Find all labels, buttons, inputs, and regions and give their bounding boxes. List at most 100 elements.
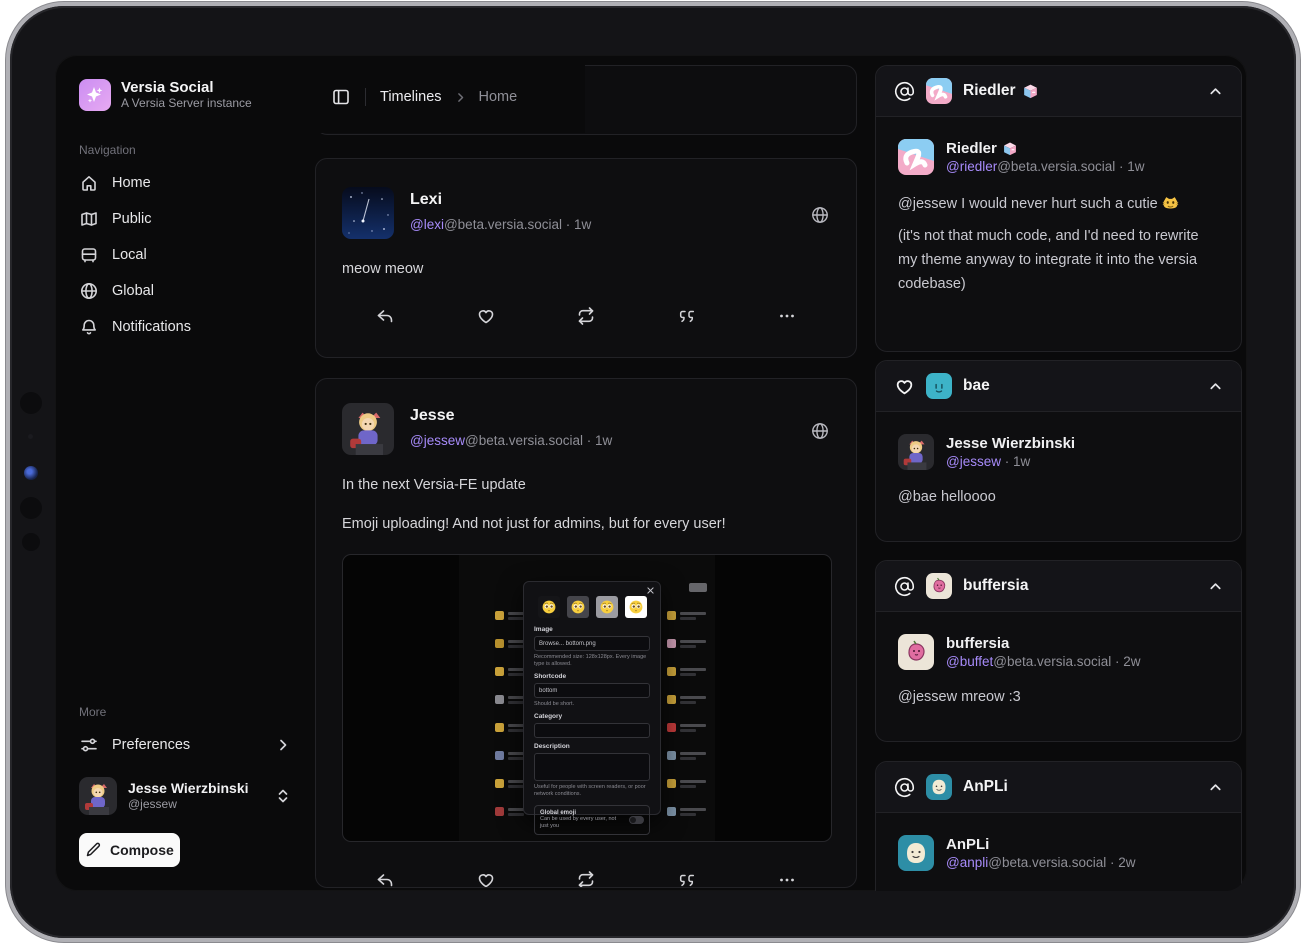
app-screen: Versia Social A Versia Server instance N… xyxy=(55,55,1247,891)
avatar xyxy=(926,373,952,399)
post-author-handle[interactable]: @lexi@beta.versia.social · 1w xyxy=(410,217,591,232)
category-input[interactable] xyxy=(534,723,650,738)
avatar[interactable] xyxy=(342,187,394,239)
at-sign-icon xyxy=(894,576,915,597)
sidebar-item-label: Local xyxy=(112,247,147,263)
shortcode-input[interactable]: bottom xyxy=(534,683,650,698)
image-file-input[interactable]: Browse... bottom.png xyxy=(534,636,650,651)
breadcrumb-home[interactable]: Home xyxy=(479,89,518,105)
more-options-button[interactable] xyxy=(776,305,798,327)
nav-section-label: Navigation xyxy=(79,143,291,157)
global-emoji-setting: Global emoji Can be used by every user, … xyxy=(534,805,650,835)
tablet-sensor xyxy=(22,533,40,551)
timeline-column: Timelines Home xyxy=(315,55,857,891)
description-textarea[interactable] xyxy=(534,753,650,781)
sidebar-item-global[interactable]: Global xyxy=(79,279,291,303)
quote-button[interactable] xyxy=(676,305,698,327)
reply-button[interactable] xyxy=(374,305,396,327)
notification-buffersia: buffersia xyxy=(875,560,1242,742)
compose-button[interactable]: Compose xyxy=(79,833,180,867)
pleading-emoji-icon xyxy=(538,596,560,618)
avatar xyxy=(926,573,952,599)
post-jesse: Jesse @jessew@beta.versia.social · 1w In… xyxy=(315,378,857,888)
notification-header[interactable]: Riedler xyxy=(876,66,1241,117)
instance-subtitle: A Versia Server instance xyxy=(121,96,252,111)
notification-riedler: Riedler xyxy=(875,65,1242,352)
header-divider xyxy=(365,88,366,106)
sidebar-item-local[interactable]: Local xyxy=(79,243,291,267)
post-author-name[interactable]: Jesse xyxy=(410,407,455,425)
map-icon xyxy=(79,209,99,229)
post-content-line: Emoji uploading! And not just for admins… xyxy=(342,516,726,532)
notification-header[interactable]: AnPLi xyxy=(876,762,1241,813)
account-switcher[interactable]: Jesse Wierzbinski @jessew xyxy=(79,777,291,815)
avatar xyxy=(79,777,117,815)
quote-button[interactable] xyxy=(676,869,698,888)
like-button[interactable] xyxy=(475,305,497,327)
trans-cube-emoji-icon xyxy=(1003,142,1017,156)
global-emoji-hint: Can be used by every user, not just you xyxy=(540,816,625,830)
sliders-icon xyxy=(79,735,99,755)
notification-user[interactable]: Jesse Wierzbinski @jessew · 1w xyxy=(898,434,1219,471)
chevron-up-icon[interactable] xyxy=(1208,379,1223,394)
chevron-right-icon xyxy=(454,91,467,104)
sidebar: Versia Social A Versia Server instance N… xyxy=(55,55,315,891)
notification-title: bae xyxy=(963,377,990,395)
post-lexi: Lexi @lexi@beta.versia.social · 1w meow … xyxy=(315,158,857,358)
category-field-label: Category xyxy=(534,713,650,720)
sidebar-item-public[interactable]: Public xyxy=(79,207,291,231)
image-field-hint: Recommended size: 128x128px. Every image… xyxy=(534,654,650,668)
notification-user[interactable]: Riedler xyxy=(898,139,1219,176)
user-name: Riedler xyxy=(946,139,997,158)
sidebar-item-label: Notifications xyxy=(112,319,191,335)
versia-logo-icon xyxy=(79,79,111,111)
post-image-attachment[interactable]: Image Browse... bottom.png Recommended s… xyxy=(342,554,832,842)
image-field-label: Image xyxy=(534,626,650,633)
pleading-emoji-icon xyxy=(625,596,647,618)
notification-text: @jessew I would never hurt such a cutie xyxy=(898,192,1219,296)
account-name: Jesse Wierzbinski xyxy=(128,780,264,797)
boost-button[interactable] xyxy=(575,305,597,327)
instance-title: Versia Social xyxy=(121,79,252,96)
post-actions xyxy=(374,869,798,888)
more-options-button[interactable] xyxy=(776,869,798,888)
sidebar-item-label: Global xyxy=(112,283,154,299)
notification-user[interactable]: AnPLi @anpli@beta.versia.social · 2w xyxy=(898,835,1219,872)
reply-button[interactable] xyxy=(374,869,396,888)
avatar[interactable] xyxy=(342,403,394,455)
page-background: Versia Social A Versia Server instance N… xyxy=(0,0,1306,946)
smirk-cat-emoji-icon xyxy=(1162,195,1179,211)
preferences-label: Preferences xyxy=(112,737,190,753)
pleading-emoji-icon xyxy=(567,596,589,618)
tablet-mic-dot xyxy=(28,434,33,439)
notification-user[interactable]: buffersia @buffet@beta.versia.social · 2… xyxy=(898,634,1219,671)
global-emoji-toggle[interactable] xyxy=(629,816,644,824)
like-button[interactable] xyxy=(475,869,497,888)
description-field-label: Description xyxy=(534,743,650,750)
pleading-emoji-icon xyxy=(596,596,618,618)
chevron-up-icon[interactable] xyxy=(1208,780,1223,795)
sidebar-item-preferences[interactable]: Preferences xyxy=(79,733,291,757)
post-author-handle[interactable]: @jessew@beta.versia.social · 1w xyxy=(410,433,612,448)
sidebar-item-notifications[interactable]: Notifications xyxy=(79,315,291,339)
chevron-up-icon[interactable] xyxy=(1208,579,1223,594)
close-icon xyxy=(647,587,654,594)
sidebar-item-home[interactable]: Home xyxy=(79,171,291,195)
avatar xyxy=(898,139,934,175)
at-sign-icon xyxy=(894,81,915,102)
notification-text: @jessew mreow :3 xyxy=(898,685,1219,709)
boost-button[interactable] xyxy=(575,869,597,888)
compose-label: Compose xyxy=(110,842,174,858)
notification-header[interactable]: buffersia xyxy=(876,561,1241,612)
breadcrumb-timelines[interactable]: Timelines xyxy=(380,89,442,105)
sidebar-toggle-button[interactable] xyxy=(331,87,351,107)
post-author-name[interactable]: Lexi xyxy=(410,191,442,209)
user-name: AnPLi xyxy=(946,835,989,854)
account-handle: @jessew xyxy=(128,797,264,812)
shortcode-field-hint: Should be short. xyxy=(534,701,650,708)
tablet-sensor xyxy=(20,497,42,519)
heart-icon xyxy=(894,376,915,397)
notification-header[interactable]: bae xyxy=(876,361,1241,412)
chevron-up-icon[interactable] xyxy=(1208,84,1223,99)
globe-icon xyxy=(79,281,99,301)
